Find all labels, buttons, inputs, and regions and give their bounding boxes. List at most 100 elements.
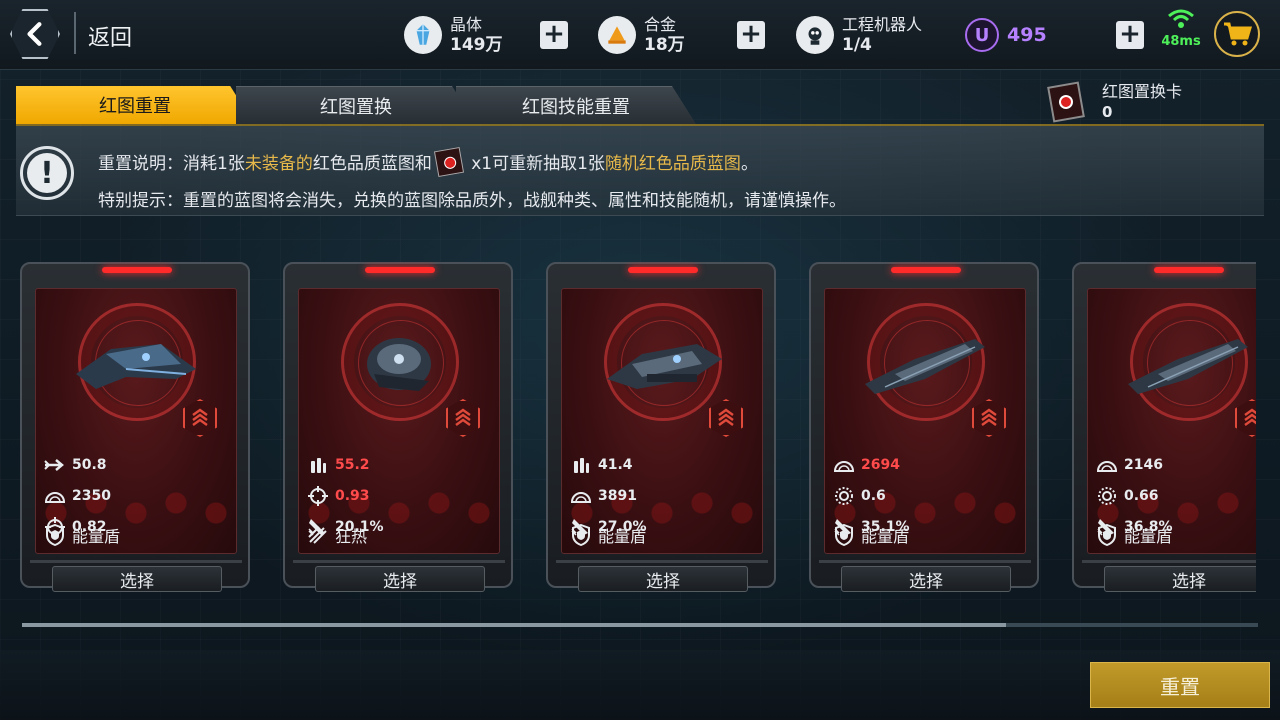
horizontal-scrollbar[interactable] (22, 623, 1258, 627)
resource-value: 1/4 (842, 35, 872, 55)
stat-value: 0.66 (1124, 488, 1159, 504)
tab-red-skill-reset[interactable]: 红图技能重置 (456, 86, 696, 124)
stat-value: 2694 (861, 457, 900, 473)
card-trim (30, 560, 242, 563)
stat-value: 2350 (72, 488, 111, 504)
top-bar: 返回 晶体 149万 + 合金 18万 + 工程机器人 1/4 U 495 + (0, 0, 1280, 70)
add-alloy-button[interactable]: + (737, 21, 765, 49)
ship-image (329, 319, 469, 409)
crosshair-icon (307, 486, 329, 506)
shop-button[interactable] (1214, 11, 1260, 57)
speed-arrow-icon (44, 455, 66, 475)
skill-label: 能量盾 (861, 527, 910, 546)
card-panel: 50.8 2350 0.82 能量盾 (35, 288, 237, 554)
resource-value: 18万 (644, 35, 685, 55)
alloy-icon (598, 16, 636, 54)
select-button[interactable]: 选择 (1104, 566, 1256, 592)
ship-image (592, 319, 732, 409)
blueprint-card[interactable]: 50.8 2350 0.82 能量盾 选择 (20, 262, 250, 592)
stat-value: 3891 (598, 488, 637, 504)
shield-icon (1096, 524, 1118, 546)
swap-card-counter: 红图置换卡 0 (1047, 81, 1182, 123)
select-button[interactable]: 选择 (578, 566, 748, 592)
card-stat: 41.4 (570, 454, 633, 476)
card-stat: 50.8 (44, 454, 107, 476)
ammo-icon (570, 455, 592, 475)
card-skill: 狂热 (307, 524, 367, 546)
card-stat: 0.6 (833, 485, 886, 507)
skill-label: 能量盾 (598, 527, 647, 546)
blueprint-card[interactable]: 55.2 0.93 20.1% 狂热 选择 (283, 262, 513, 592)
skill-label: 能量盾 (72, 527, 121, 546)
robot-icon (796, 16, 834, 54)
card-trim (819, 560, 1031, 563)
ship-image (855, 319, 995, 409)
card-panel: 41.4 3891 27.0% 能量盾 (561, 288, 763, 554)
card-top-glow (102, 267, 172, 273)
blueprint-card[interactable]: 2694 0.6 35.1% 能量盾 选择 (809, 262, 1039, 592)
stat-value: 2146 (1124, 457, 1163, 473)
card-trim (293, 560, 505, 563)
back-label[interactable]: 返回 (88, 20, 132, 52)
resource-name: 工程机器人 (842, 15, 923, 34)
shield-icon (44, 524, 66, 546)
shield-icon (833, 524, 855, 546)
info-text: x1可重新抽取1张 (465, 154, 605, 174)
tab-red-reset[interactable]: 红图重置 (16, 86, 254, 124)
card-stat: 0.93 (307, 485, 370, 507)
armor-icon (570, 486, 592, 506)
card-skill: 能量盾 (44, 524, 120, 546)
premium-value: 495 (1007, 24, 1047, 46)
divider (74, 12, 76, 54)
card-top-glow (891, 267, 961, 273)
card-top-glow (628, 267, 698, 273)
resource-name: 晶体 (450, 15, 483, 34)
info-panel: ! 重置说明：消耗1张未装备的红色品质蓝图和 x1可重新抽取1张随机红色品质蓝图… (16, 126, 1264, 216)
premium-currency-icon: U (965, 18, 999, 52)
add-crystal-button[interactable]: + (540, 21, 568, 49)
select-button[interactable]: 选择 (841, 566, 1011, 592)
wifi-icon (1168, 9, 1194, 28)
scrollbar-thumb[interactable] (22, 623, 1006, 627)
card-stat: 0.66 (1096, 485, 1159, 507)
blueprint-card[interactable]: 2146 0.66 36.8% 能量盾 选择 (1072, 262, 1256, 592)
card-stat: 55.2 (307, 454, 370, 476)
card-top-glow (365, 267, 435, 273)
info-line-1: 重置说明：消耗1张未装备的红色品质蓝图和 x1可重新抽取1张随机红色品质蓝图。 (98, 146, 758, 178)
tab-label: 红图重置 (99, 96, 171, 117)
blueprint-card[interactable]: 41.4 3891 27.0% 能量盾 选择 (546, 262, 776, 592)
card-panel: 2694 0.6 35.1% 能量盾 (824, 288, 1026, 554)
reset-button[interactable]: 重置 (1090, 662, 1270, 708)
tab-label: 红图技能重置 (522, 96, 630, 118)
info-text: 。 (740, 154, 758, 174)
tab-red-swap[interactable]: 红图置换 (236, 86, 476, 124)
crystal-icon (404, 16, 442, 54)
stat-value: 50.8 (72, 457, 107, 473)
ship-image (1118, 319, 1256, 409)
swap-card-icon (1047, 81, 1085, 123)
cart-icon (1224, 22, 1252, 46)
gear-ring-icon (833, 486, 855, 506)
resource-crystal: 晶体 149万 (404, 10, 503, 60)
card-skill: 能量盾 (570, 524, 646, 546)
info-highlight: 随机红色品质蓝图 (604, 154, 741, 174)
select-button[interactable]: 选择 (52, 566, 222, 592)
chevron-left-icon (27, 22, 42, 46)
armor-icon (833, 455, 855, 475)
warning-icon: ! (20, 146, 74, 200)
skill-label: 狂热 (335, 527, 368, 546)
swap-card-icon (433, 146, 464, 178)
card-trim (556, 560, 768, 563)
ping-value: 48ms (1161, 34, 1201, 49)
select-button[interactable]: 选择 (315, 566, 485, 592)
card-stat: 2694 (833, 454, 900, 476)
card-trim (1082, 560, 1256, 563)
info-text: 重置说明：消耗1张 (98, 154, 245, 174)
back-button[interactable] (10, 9, 60, 59)
card-panel: 2146 0.66 36.8% 能量盾 (1087, 288, 1256, 554)
card-skill: 能量盾 (833, 524, 909, 546)
add-premium-button[interactable]: + (1116, 21, 1144, 49)
info-line-2: 特别提示：重置的蓝图将会消失，兑换的蓝图除品质外，战舰种类、属性和技能随机，请谨… (98, 191, 846, 211)
card-stat: 2350 (44, 485, 111, 507)
skill-label: 能量盾 (1124, 527, 1173, 546)
